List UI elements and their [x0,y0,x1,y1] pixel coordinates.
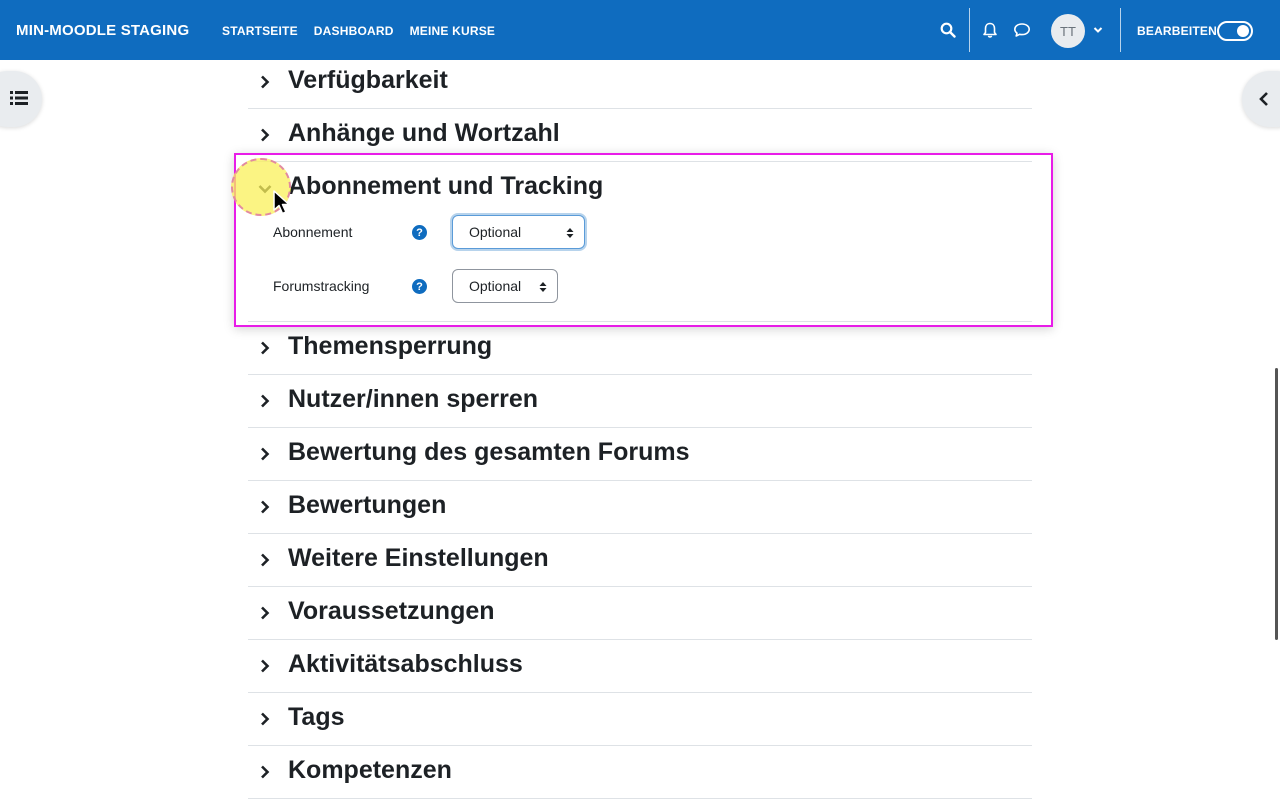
section-kompetenzen[interactable]: Kompetenzen [248,746,1032,799]
chevron-right-icon [261,394,270,408]
select-value: Optional [469,278,522,294]
nav-item-meine-kurse[interactable]: MEINE KURSE [410,24,496,38]
section-title: Verfügbarkeit [288,66,448,94]
list-icon [10,91,28,105]
chevron-right-icon [261,447,270,461]
chevron-left-icon [1259,92,1268,106]
site-brand[interactable]: MIN-MOODLE STAGING [16,22,189,39]
section-verfuegbarkeit[interactable]: Verfügbarkeit [248,56,1032,109]
forumstracking-select[interactable]: Optional [452,269,558,303]
sort-arrows-icon [566,228,574,238]
block-drawer-toggle[interactable] [1242,71,1280,127]
bell-icon[interactable] [980,20,1000,40]
section-title: Voraussetzungen [288,597,495,625]
nav-item-startseite[interactable]: STARTSEITE [222,24,298,38]
page-scrollbar[interactable] [1275,368,1278,640]
user-avatar[interactable]: TT [1051,14,1085,48]
section-voraussetzungen[interactable]: Voraussetzungen [248,587,1032,640]
section-anhaenge-und-wortzahl[interactable]: Anhänge und Wortzahl [248,109,1032,162]
chat-icon[interactable] [1012,20,1032,40]
help-icon[interactable]: ? [412,225,427,240]
select-value: Optional [469,224,522,240]
sort-arrows-icon [539,282,547,292]
chevron-right-icon [261,75,270,89]
chevron-right-icon [261,500,270,514]
mouse-cursor-icon [273,190,290,215]
section-abonnement-und-tracking: Abonnement und Tracking [248,162,1032,322]
toggle-knob [1237,25,1249,37]
section-title: Aktivitätsabschluss [288,650,523,678]
chevron-right-icon [261,128,270,142]
search-icon[interactable] [938,20,958,40]
chevron-right-icon [261,659,270,673]
section-title: Nutzer/innen sperren [288,385,539,413]
section-title: Anhänge und Wortzahl [288,119,560,147]
course-index-drawer-toggle[interactable] [0,71,42,127]
section-title: Weitere Einstellungen [288,544,549,572]
chevron-right-icon [261,341,270,355]
edit-mode-toggle[interactable] [1217,21,1253,41]
section-aktivitaetsabschluss[interactable]: Aktivitätsabschluss [248,640,1032,693]
section-bewertung-gesamtes-forum[interactable]: Bewertung des gesamten Forums [248,428,1032,481]
top-navbar: MIN-MOODLE STAGING STARTSEITE DASHBOARD … [0,0,1280,60]
navbar-divider [969,8,970,52]
section-title: Themensperrung [288,332,493,360]
section-weitere-einstellungen[interactable]: Weitere Einstellungen [248,534,1032,587]
section-title[interactable]: Abonnement und Tracking [288,172,603,201]
section-nutzer-sperren[interactable]: Nutzer/innen sperren [248,375,1032,428]
primary-nav: STARTSEITE DASHBOARD MEINE KURSE [222,24,511,38]
navbar-divider [1120,8,1121,52]
field-label-forumstracking: Forumstracking [273,278,370,294]
chevron-right-icon [261,553,270,567]
chevron-right-icon [261,606,270,620]
chevron-right-icon [261,765,270,779]
section-tags[interactable]: Tags [248,693,1032,746]
help-icon[interactable]: ? [412,279,427,294]
edit-mode-label: BEARBEITEN [1137,24,1218,38]
section-title: Bewertung des gesamten Forums [288,438,690,466]
nav-item-dashboard[interactable]: DASHBOARD [314,24,394,38]
field-label-abonnement: Abonnement [273,224,353,240]
abonnement-select[interactable]: Optional [452,215,585,249]
chevron-right-icon [261,712,270,726]
section-title: Kompetenzen [288,756,452,784]
chevron-down-icon[interactable] [1088,20,1108,40]
section-themensperrung[interactable]: Themensperrung [248,322,1032,375]
section-bewertungen[interactable]: Bewertungen [248,481,1032,534]
section-title: Tags [288,703,345,731]
section-title: Bewertungen [288,491,447,519]
